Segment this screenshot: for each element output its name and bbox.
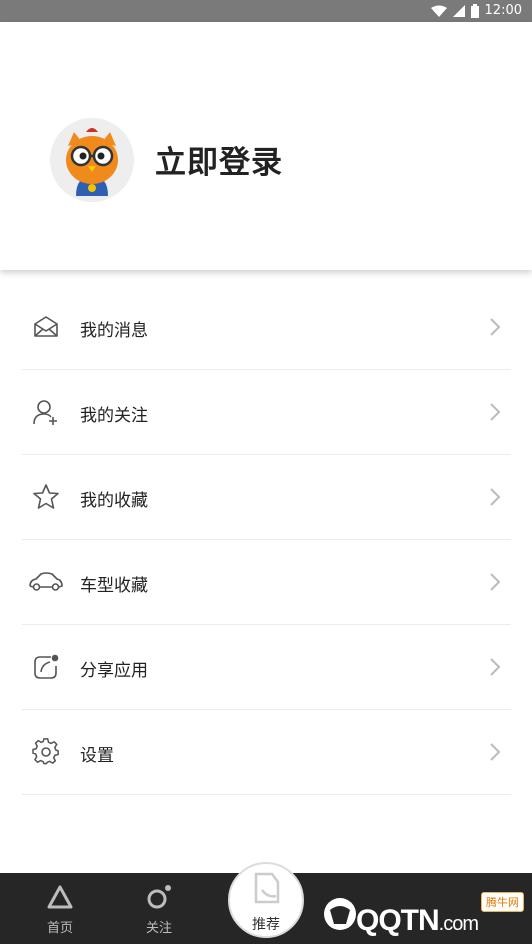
chevron-right-icon (489, 572, 501, 592)
status-bar: 12:00 (0, 0, 532, 22)
menu-item-share-app[interactable]: 分享应用 (22, 625, 511, 710)
owl-mascot-avatar[interactable] (50, 118, 134, 202)
profile-card: 立即登录 (0, 22, 532, 270)
car-icon (28, 568, 64, 596)
gear-icon (32, 738, 60, 766)
watermark-badge: 腾牛网 (481, 892, 524, 912)
battery-icon (470, 3, 479, 18)
user-add-icon (32, 398, 60, 426)
chevron-right-icon (489, 657, 501, 677)
login-button[interactable]: 立即登录 (155, 137, 283, 182)
menu-item-favorites[interactable]: 我的收藏 (22, 455, 511, 540)
menu-item-follows[interactable]: 我的关注 (22, 370, 511, 455)
recommend-icon (252, 872, 282, 904)
tab-recommend[interactable]: 推荐 (228, 862, 304, 938)
tab-home[interactable]: 首页 (20, 873, 100, 944)
star-icon (32, 483, 60, 511)
chevron-right-icon (489, 742, 501, 762)
share-icon (32, 653, 60, 681)
mail-icon (32, 313, 60, 341)
menu-item-label: 我的收藏 (80, 491, 148, 511)
menu-list: 我的消息 我的关注 我的收藏 车型收藏 分享应用 设置 (22, 285, 511, 795)
chevron-right-icon (489, 317, 501, 337)
tab-label: 关注 (145, 921, 172, 936)
chevron-right-icon (489, 402, 501, 422)
menu-item-label: 我的关注 (80, 406, 148, 426)
menu-item-label: 车型收藏 (80, 576, 148, 596)
menu-item-car-favorites[interactable]: 车型收藏 (22, 540, 511, 625)
menu-item-label: 我的消息 (80, 321, 148, 341)
site-watermark: QQTN.com 腾牛网 (322, 882, 532, 944)
menu-item-label: 分享应用 (80, 661, 148, 681)
ox-logo-icon (324, 898, 356, 930)
wifi-icon (430, 5, 447, 17)
follow-circle-icon (145, 883, 173, 911)
status-time: 12:00 (484, 3, 522, 18)
menu-item-settings[interactable]: 设置 (22, 710, 511, 795)
menu-item-label: 设置 (80, 746, 114, 766)
triangle-icon (46, 883, 74, 911)
tab-follow[interactable]: 关注 (119, 873, 199, 944)
watermark-text: QQTN.com (356, 904, 479, 937)
signal-icon (452, 4, 465, 17)
tab-label: 推荐 (252, 917, 280, 933)
tab-label: 首页 (46, 921, 73, 936)
menu-item-messages[interactable]: 我的消息 (22, 285, 511, 370)
chevron-right-icon (489, 487, 501, 507)
